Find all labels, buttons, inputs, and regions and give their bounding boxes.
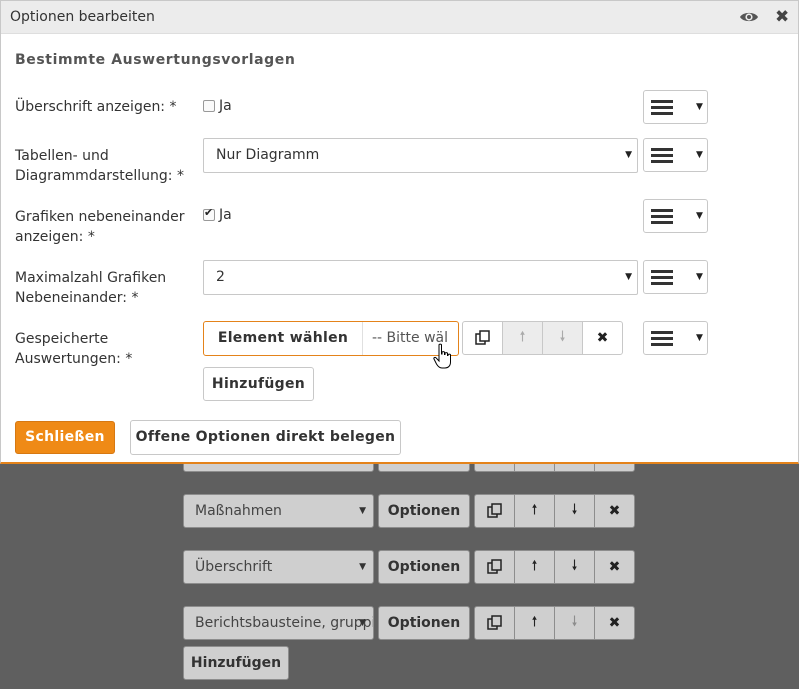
chevron-down-icon: ▼ [359, 506, 366, 516]
chevron-down-icon: ▼ [696, 102, 703, 112]
bg-select-value: Berichtsbausteine, gruppi [195, 615, 374, 631]
menu-icon [651, 270, 673, 286]
checkbox-label: Ja [219, 207, 232, 223]
arrow-down-icon[interactable]: 🠗 [542, 321, 583, 355]
label-gespeichert: Gespeicherte Auswertungen: * [15, 331, 133, 367]
menu-button[interactable]: ▼ [643, 321, 708, 355]
bg-options-button: Optionen [378, 550, 470, 584]
close-icon[interactable]: ✖ [775, 6, 789, 28]
select-value: Nur Diagramm [216, 147, 320, 163]
select-value: 2 [216, 269, 225, 285]
menu-button[interactable]: ▼ [643, 90, 708, 124]
offene-optionen-button[interactable]: Offene Optionen direkt belegen [130, 420, 401, 455]
bg-options-button: Optionen [378, 606, 470, 640]
checkbox-label: Ja [219, 98, 232, 114]
label-tabellen: Tabellen- und Diagrammdarstellung: * [15, 148, 184, 184]
menu-icon [651, 209, 673, 225]
bg-select-value: Überschrift [195, 559, 273, 575]
bg-button-group: 🠕 🠗 ✖ [474, 606, 635, 640]
bg-select: Berichtsbausteine, gruppi ▼ [183, 606, 374, 640]
label-grafiken: Grafiken nebeneinander anzeigen: * [15, 209, 185, 245]
bg-select-value: Maßnahmen [195, 503, 282, 519]
select-maxzahl[interactable]: 2 ▼ [203, 260, 638, 295]
arrow-up-icon[interactable]: 🠕 [502, 321, 543, 355]
chevron-down-icon: ▼ [625, 272, 632, 282]
menu-icon [651, 148, 673, 164]
element-select-group: Element wählen -- Bitte wäl [203, 321, 459, 356]
dialog-title: Optionen bearbeiten [10, 9, 155, 25]
section-title: Bestimmte Auswertungsvorlagen [15, 52, 296, 68]
delete-icon[interactable]: ✖ [582, 321, 623, 355]
arrow-down-icon: 🠗 [554, 606, 595, 640]
arrow-down-icon: 🠗 [554, 550, 595, 584]
menu-button[interactable]: ▼ [643, 199, 708, 233]
chevron-down-icon: ▼ [696, 211, 703, 221]
add-button[interactable]: Hinzufügen [203, 367, 314, 401]
arrow-up-icon: 🠕 [514, 550, 555, 584]
arrow-up-icon: 🠕 [514, 494, 555, 528]
element-waehlen-button[interactable]: Element wählen [204, 322, 363, 355]
select-tabellen[interactable]: Nur Diagramm ▼ [203, 138, 638, 173]
menu-button[interactable]: ▼ [643, 138, 708, 172]
eye-icon[interactable] [739, 10, 759, 24]
copy-icon [474, 606, 515, 640]
bg-button-group: 🠕 🠗 ✖ [474, 550, 635, 584]
close-button[interactable]: Schließen [15, 421, 115, 454]
copy-icon [474, 550, 515, 584]
bg-add-button: Hinzufügen [183, 646, 289, 680]
copy-icon[interactable] [462, 321, 503, 355]
copy-icon [474, 494, 515, 528]
menu-icon [651, 331, 673, 347]
chevron-down-icon: ▼ [696, 272, 703, 282]
arrow-down-icon: 🠗 [554, 494, 595, 528]
menu-icon [651, 100, 673, 116]
label-maxzahl: Maximalzahl Grafiken Nebeneinander: * [15, 270, 167, 306]
arrow-up-icon: 🠕 [514, 606, 555, 640]
chevron-down-icon: ▼ [625, 150, 632, 160]
hand-cursor-icon [433, 343, 453, 371]
chevron-down-icon: ▼ [359, 618, 366, 628]
element-button-group: 🠕 🠗 ✖ [462, 321, 623, 355]
delete-icon: ✖ [594, 606, 635, 640]
bg-options-button: Optionen [378, 494, 470, 528]
bg-button-group: 🠕 🠗 ✖ [474, 494, 635, 528]
chevron-down-icon: ▼ [359, 562, 366, 572]
bg-select: Überschrift ▼ [183, 550, 374, 584]
checkbox-ueberschrift[interactable] [203, 100, 215, 112]
chevron-down-icon: ▼ [696, 333, 703, 343]
options-dialog: Optionen bearbeiten ✖ Bestimmte Auswertu… [0, 0, 799, 464]
delete-icon: ✖ [594, 550, 635, 584]
delete-icon: ✖ [594, 494, 635, 528]
checkbox-grafiken[interactable] [203, 206, 215, 221]
chevron-down-icon: ▼ [696, 150, 703, 160]
menu-button[interactable]: ▼ [643, 260, 708, 294]
label-ueberschrift: Überschrift anzeigen: * [15, 99, 177, 115]
dialog-titlebar: Optionen bearbeiten ✖ [1, 1, 798, 34]
bg-select: Maßnahmen ▼ [183, 494, 374, 528]
